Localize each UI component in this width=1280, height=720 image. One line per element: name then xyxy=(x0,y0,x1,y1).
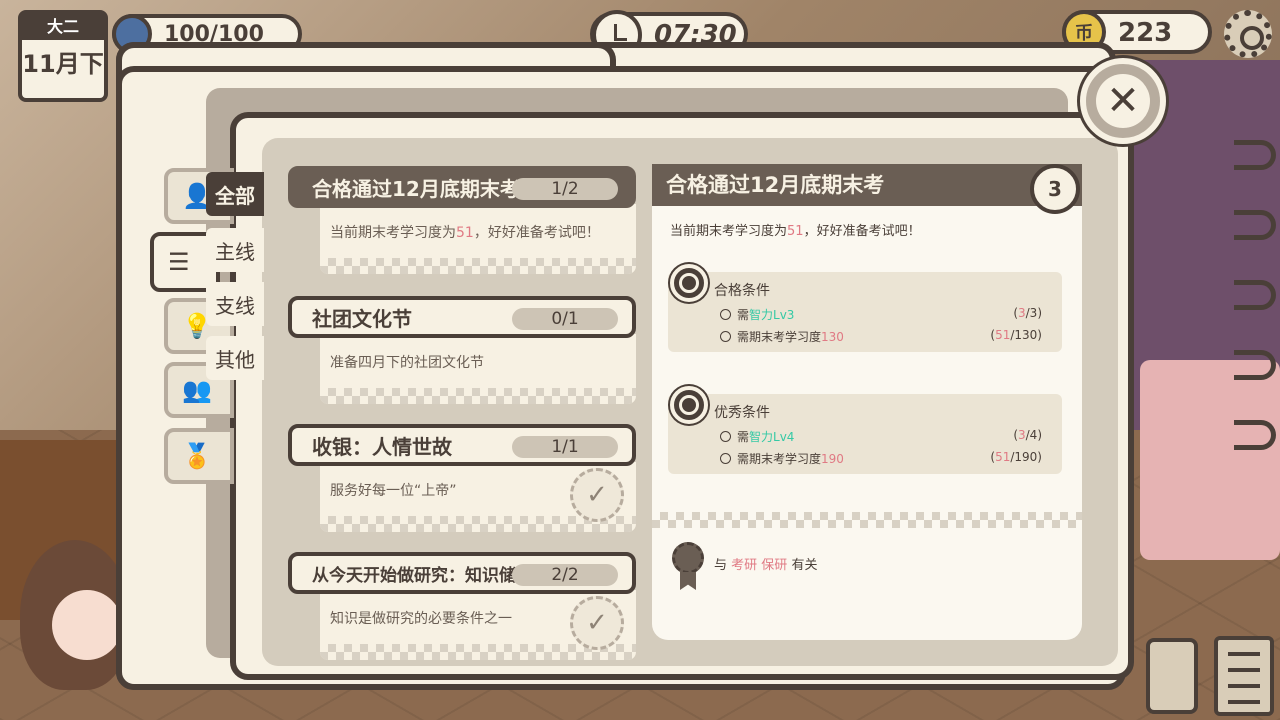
bed xyxy=(1140,360,1280,560)
quest-title: 从今天开始做研究：知识储备 xyxy=(312,565,533,586)
close-button[interactable]: ✕ xyxy=(1080,58,1166,144)
condition-requirement: 需期末考学习度190 xyxy=(720,450,844,467)
quest-title-bar[interactable]: 合格通过12月底期末考 1/2 xyxy=(288,166,636,208)
condition-progress: (3/4) xyxy=(1013,428,1042,442)
related-tags: 与 考研 保研 有关 xyxy=(714,558,818,573)
target-icon xyxy=(670,264,708,302)
grade-label: 大二 xyxy=(22,14,104,40)
quest-progress: 2/2 xyxy=(512,564,618,586)
quest-description: 准备四月下的社团文化节 xyxy=(330,355,484,371)
condition-requirement: 需智力Lv3 xyxy=(720,306,794,323)
checker-strip xyxy=(320,258,636,274)
medal-ribbon-icon xyxy=(680,572,696,590)
detail-description: 当前期末考学习度为51，好好准备考试吧！ xyxy=(670,224,921,239)
month-label: 11月下 xyxy=(22,50,104,78)
close-icon: ✕ xyxy=(1096,74,1150,128)
condition-progress: (51/190) xyxy=(990,450,1042,464)
quest-title: 社团文化节 xyxy=(312,306,412,331)
tab-all[interactable]: 全部 xyxy=(206,172,264,216)
condition-title: 合格条件 xyxy=(714,283,770,299)
date-indicator: 大二 11月下 xyxy=(18,10,108,102)
quest-progress: 1/1 xyxy=(512,436,618,458)
quest-card: 准备四月下的社团文化节 xyxy=(320,334,636,404)
quest-title: 收银：人情世故 xyxy=(312,434,452,459)
character-face xyxy=(52,590,122,660)
tab-main[interactable]: 主线 xyxy=(206,228,264,272)
condition-progress: (51/130) xyxy=(990,328,1042,342)
binder-ring xyxy=(1234,280,1276,310)
binder-ring xyxy=(1234,210,1276,240)
quest-title: 合格通过12月底期末考 xyxy=(312,176,520,201)
notebook-icon[interactable] xyxy=(1214,636,1274,716)
tab-medal-icon[interactable]: 🏅 xyxy=(164,428,234,484)
quest-title-bar[interactable]: 收银：人情世故 1/1 xyxy=(288,424,636,466)
condition-requirement: 需智力Lv4 xyxy=(720,428,794,445)
quest-detail-panel: 合格通过12月底期末考 3 当前期末考学习度为51，好好准备考试吧！ 合格条件 … xyxy=(652,164,1082,640)
tab-other[interactable]: 其他 xyxy=(206,336,264,380)
binder-ring xyxy=(1234,140,1276,170)
phone-icon[interactable] xyxy=(1146,638,1198,714)
quest-title-bar[interactable]: 社团文化节 0/1 xyxy=(288,296,636,338)
quest-title-bar[interactable]: 从今天开始做研究：知识储备 2/2 xyxy=(288,552,636,594)
coin-value: 223 xyxy=(1118,18,1173,48)
quest-card: 当前期末考学习度为51，好好准备考试吧！ xyxy=(320,204,636,274)
quest-progress: 1/2 xyxy=(512,178,618,200)
completed-check-icon: ✓ xyxy=(570,596,624,650)
medal-icon xyxy=(672,542,704,574)
quest-description: 服务好每一位“上帝” xyxy=(330,483,457,499)
quest-description: 当前期末考学习度为51，好好准备考试吧！ xyxy=(330,225,600,241)
target-icon xyxy=(670,386,708,424)
checker-strip xyxy=(652,512,1082,528)
condition-title: 优秀条件 xyxy=(714,405,770,421)
quest-progress: 0/1 xyxy=(512,308,618,330)
binder-ring xyxy=(1234,350,1276,380)
completed-check-icon: ✓ xyxy=(570,468,624,522)
settings-gear-icon[interactable] xyxy=(1224,10,1272,58)
excellent-conditions: 优秀条件 需智力Lv4 (3/4) 需期末考学习度190 (51/190) xyxy=(668,386,1062,474)
quest-description: 知识是做研究的必要条件之一 xyxy=(330,611,512,627)
tab-side[interactable]: 支线 xyxy=(206,282,264,326)
condition-progress: (3/3) xyxy=(1013,306,1042,320)
pass-conditions: 合格条件 需智力Lv3 (3/3) 需期末考学习度130 (51/130) xyxy=(668,264,1062,352)
condition-requirement: 需期末考学习度130 xyxy=(720,328,844,345)
checker-strip xyxy=(320,388,636,404)
detail-title: 合格通过12月底期末考 xyxy=(652,164,1082,206)
deadline-clock-icon: 3 xyxy=(1030,164,1080,214)
binder-ring xyxy=(1234,420,1276,450)
